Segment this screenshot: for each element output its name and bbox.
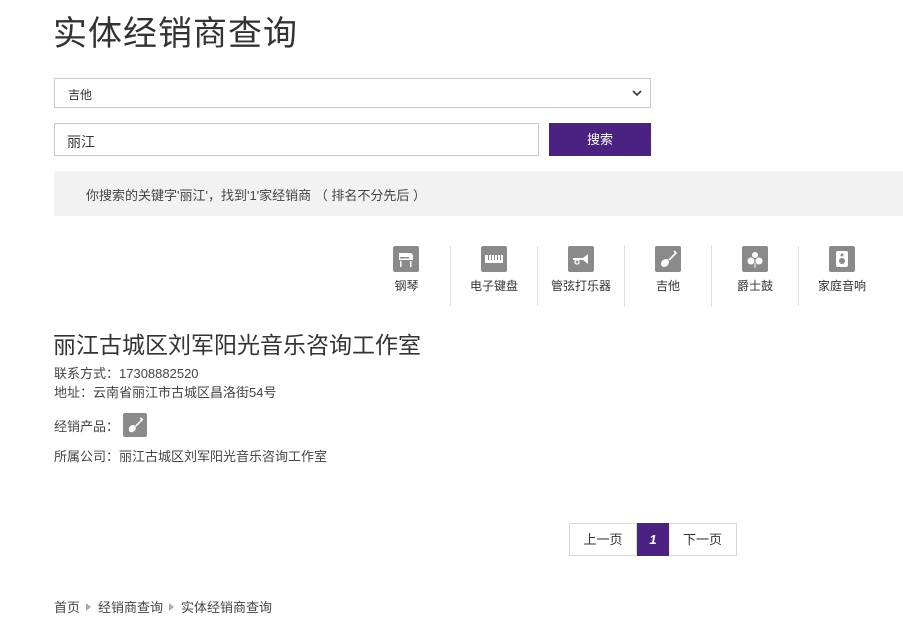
dealer-company: 所属公司：丽江古城区刘军阳光音乐咨询工作室 — [54, 449, 328, 464]
search-button[interactable]: 搜索 — [549, 123, 651, 156]
category-label: 管弦打乐器 — [550, 279, 611, 293]
next-page-button[interactable]: 下一页 — [669, 523, 737, 556]
drum-icon — [742, 246, 768, 272]
breadcrumb-separator-icon — [169, 602, 175, 611]
category-filter-bar: 钢琴 电子键盘 管弦打乐器 吉他 爵士鼓 家庭音响 — [363, 246, 885, 306]
keyboard-icon — [481, 246, 507, 272]
dealer-name: 丽江古城区刘军阳光音乐咨询工作室 — [53, 332, 421, 358]
category-piano[interactable]: 钢琴 — [363, 246, 450, 306]
category-label: 家庭音响 — [817, 279, 866, 293]
category-label: 电子键盘 — [469, 279, 518, 293]
trumpet-icon — [568, 246, 594, 272]
instrument-select[interactable]: 吉他 — [54, 78, 651, 108]
guitar-icon — [655, 246, 681, 272]
category-label: 爵士鼓 — [736, 279, 773, 293]
current-page-button[interactable]: 1 — [637, 523, 669, 556]
result-summary-text: 你搜索的关键字'丽江'，找到'1'家经销商 （ 排名不分先后 ） — [86, 188, 426, 203]
chevron-down-icon — [632, 90, 642, 97]
category-guitar[interactable]: 吉他 — [624, 246, 711, 306]
category-label: 吉他 — [655, 279, 680, 293]
guitar-icon — [123, 413, 148, 437]
prev-page-button[interactable]: 上一页 — [569, 523, 637, 556]
search-input[interactable]: 丽江 — [54, 123, 539, 156]
dealer-address: 地址：云南省丽江市古城区昌洛街54号 — [54, 385, 277, 400]
speaker-icon — [829, 246, 855, 272]
breadcrumb-current: 实体经销商查询 — [181, 600, 273, 615]
dealer-products-label: 经销产品： — [54, 418, 120, 434]
piano-icon — [393, 246, 419, 272]
dealer-products: 经销产品： — [54, 413, 148, 437]
category-drums[interactable]: 爵士鼓 — [711, 246, 798, 306]
instrument-select-value: 吉他 — [68, 88, 93, 102]
result-summary-bar: 你搜索的关键字'丽江'，找到'1'家经销商 （ 排名不分先后 ） — [54, 171, 903, 216]
category-home-audio[interactable]: 家庭音响 — [798, 246, 885, 306]
category-keyboard[interactable]: 电子键盘 — [450, 246, 537, 306]
category-label: 钢琴 — [394, 279, 419, 293]
breadcrumb-home-link[interactable]: 首页 — [54, 597, 80, 616]
search-input-value: 丽江 — [67, 134, 95, 150]
pagination: 上一页 1 下一页 — [569, 523, 737, 556]
dealer-contact: 联系方式：17308882520 — [54, 366, 199, 381]
breadcrumb-separator-icon — [86, 602, 92, 611]
breadcrumb: 首页 经销商查询 实体经销商查询 — [54, 597, 272, 616]
category-winds[interactable]: 管弦打乐器 — [537, 246, 624, 306]
breadcrumb-dealer-query-link[interactable]: 经销商查询 — [98, 597, 163, 616]
page-title: 实体经销商查询 — [53, 15, 298, 53]
